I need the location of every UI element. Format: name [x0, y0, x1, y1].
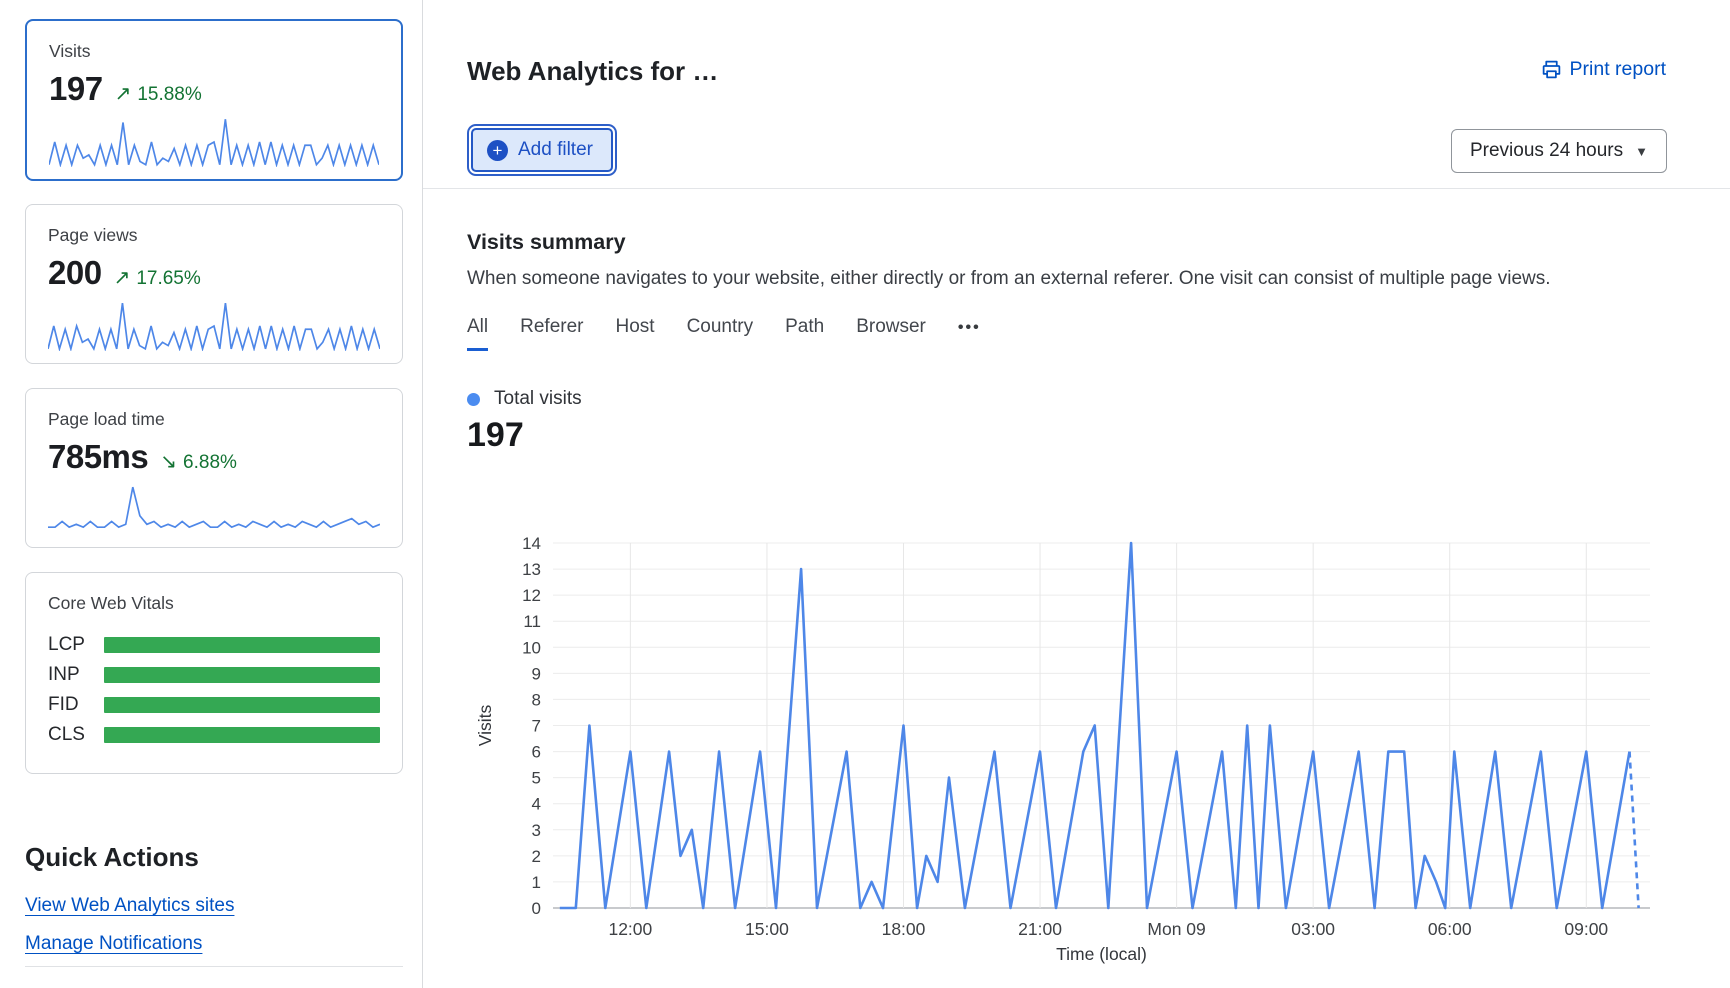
cwv-row: LCP: [48, 630, 380, 660]
trend-indicator: ↗ 15.88%: [115, 81, 202, 106]
svg-text:Visits: Visits: [475, 705, 495, 747]
more-tabs-ellipsis-icon[interactable]: •••: [958, 316, 981, 351]
quick-actions-title: Quick Actions: [25, 842, 199, 873]
manage-notifications-link[interactable]: Manage Notifications: [25, 933, 202, 955]
legend-dot-icon: [467, 393, 480, 406]
cwv-metric-label: FID: [48, 694, 104, 716]
svg-text:10: 10: [522, 638, 541, 657]
core-web-vitals-card[interactable]: Core Web Vitals LCP INP FID CLS: [25, 572, 403, 774]
svg-text:21:00: 21:00: [1018, 919, 1062, 939]
metric-label: Visits: [49, 41, 379, 62]
core-web-vitals-rows: LCP INP FID CLS: [48, 630, 380, 750]
svg-text:15:00: 15:00: [745, 919, 789, 939]
metric-card-visits[interactable]: Visits 197 ↗ 15.88%: [25, 19, 403, 181]
svg-text:06:00: 06:00: [1428, 919, 1472, 939]
svg-text:7: 7: [532, 717, 541, 736]
loadtime-sparkline: [48, 483, 380, 535]
trend-percent: 17.65%: [136, 268, 200, 290]
svg-text:6: 6: [532, 743, 541, 762]
svg-text:18:00: 18:00: [882, 919, 926, 939]
cwv-row: FID: [48, 690, 380, 720]
svg-text:Mon 09: Mon 09: [1147, 919, 1205, 939]
trend-percent: 15.88%: [137, 84, 201, 106]
metric-value: 200: [48, 254, 102, 292]
tab-country[interactable]: Country: [687, 316, 754, 351]
cwv-metric-label: INP: [48, 664, 104, 686]
page-title: Web Analytics for …: [467, 56, 718, 87]
svg-text:9: 9: [532, 664, 541, 683]
pageviews-sparkline: [48, 299, 380, 351]
tab-path[interactable]: Path: [785, 316, 824, 351]
trend-up-icon: ↗: [114, 265, 131, 290]
cwv-row: CLS: [48, 720, 380, 750]
svg-text:13: 13: [522, 560, 541, 579]
cwv-metric-label: LCP: [48, 634, 104, 656]
tab-all[interactable]: All: [467, 316, 488, 351]
trend-down-icon: ↘: [160, 449, 177, 474]
printer-icon: [1541, 59, 1562, 80]
svg-text:2: 2: [532, 847, 541, 866]
metric-card-loadtime[interactable]: Page load time 785ms ↘ 6.88%: [25, 388, 403, 548]
view-web-analytics-sites-link[interactable]: View Web Analytics sites: [25, 895, 234, 917]
cwv-good-bar: [104, 697, 380, 713]
trend-percent: 6.88%: [183, 452, 237, 474]
trend-indicator: ↗ 17.65%: [114, 265, 201, 290]
svg-text:4: 4: [532, 795, 541, 814]
cwv-metric-label: CLS: [48, 724, 104, 746]
legend-label: Total visits: [494, 388, 582, 410]
time-range-value: Previous 24 hours: [1470, 140, 1623, 162]
visits-summary-description: When someone navigates to your website, …: [467, 268, 1551, 290]
visits-summary-title: Visits summary: [467, 230, 626, 255]
cwv-good-bar: [104, 727, 380, 743]
total-visits-value: 197: [467, 416, 524, 455]
tab-referer[interactable]: Referer: [520, 316, 583, 351]
add-filter-button[interactable]: + Add filter: [471, 128, 613, 172]
add-filter-label: Add filter: [518, 139, 593, 161]
svg-text:12: 12: [522, 586, 541, 605]
trend-indicator: ↘ 6.88%: [160, 449, 237, 474]
chevron-down-icon: ▼: [1635, 144, 1648, 159]
plus-icon: +: [487, 140, 508, 161]
svg-text:0: 0: [532, 899, 541, 918]
visits-line-chart: 0123456789101112131412:0015:0018:0021:00…: [441, 525, 1681, 975]
cwv-good-bar: [104, 667, 380, 683]
svg-text:8: 8: [532, 690, 541, 709]
metric-value: 785ms: [48, 438, 148, 476]
metric-label: Page views: [48, 225, 380, 246]
metric-card-pageviews[interactable]: Page views 200 ↗ 17.65%: [25, 204, 403, 364]
sidebar-divider: [25, 966, 403, 967]
web-analytics-panel: Web Analytics for … Print report + Add f…: [422, 0, 1730, 988]
trend-up-icon: ↗: [115, 81, 132, 106]
cwv-row: INP: [48, 660, 380, 690]
svg-text:3: 3: [532, 821, 541, 840]
tab-browser[interactable]: Browser: [856, 316, 926, 351]
svg-text:5: 5: [532, 769, 541, 788]
tab-host[interactable]: Host: [615, 316, 654, 351]
print-report-link[interactable]: Print report: [1541, 58, 1666, 81]
chart-legend: Total visits: [467, 388, 582, 410]
metric-label: Page load time: [48, 409, 380, 430]
dimension-tabs: All Referer Host Country Path Browser ••…: [467, 316, 981, 351]
svg-text:11: 11: [523, 612, 541, 631]
visits-sparkline: [49, 115, 379, 167]
print-report-label: Print report: [1570, 58, 1666, 81]
svg-text:14: 14: [522, 534, 541, 553]
metric-value: 197: [49, 70, 103, 108]
svg-text:09:00: 09:00: [1564, 919, 1608, 939]
cwv-good-bar: [104, 637, 380, 653]
svg-text:12:00: 12:00: [608, 919, 652, 939]
time-range-dropdown[interactable]: Previous 24 hours ▼: [1451, 129, 1667, 173]
svg-text:1: 1: [532, 873, 541, 892]
header-divider: [423, 188, 1730, 189]
core-web-vitals-title: Core Web Vitals: [48, 593, 380, 614]
svg-text:03:00: 03:00: [1291, 919, 1335, 939]
svg-text:Time (local): Time (local): [1056, 944, 1147, 964]
